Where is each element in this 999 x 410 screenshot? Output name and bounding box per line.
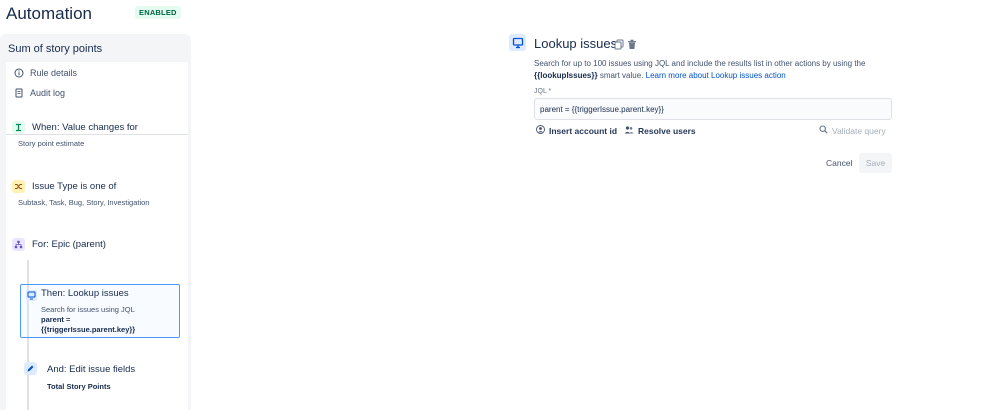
branch-node[interactable]: For: Epic (parent) [12, 238, 182, 254]
description-text: Search for up to 100 issues using JQL an… [534, 59, 866, 68]
validate-query-button[interactable]: Validate query [819, 125, 886, 136]
copy-icon[interactable] [614, 37, 624, 55]
status-badge: ENABLED [135, 6, 181, 19]
jql-input[interactable] [534, 98, 892, 120]
rule-name: Sum of story points [8, 43, 103, 55]
lookup-issues-node[interactable]: Then: Lookup issues Search for issues us… [20, 284, 180, 338]
user-icon [536, 125, 545, 136]
node-description: Search for issues using JQL [41, 305, 135, 314]
sidebar-item-label: Rule details [30, 68, 78, 78]
trigger-node[interactable]: When: Value changes for Story point esti… [12, 121, 182, 151]
node-description: Story point estimate [18, 139, 85, 148]
hierarchy-icon [12, 238, 25, 251]
sidebar-item-audit-log[interactable]: Audit log [14, 88, 65, 98]
node-field: Total Story Points [47, 382, 111, 391]
monitor-icon [509, 34, 526, 51]
pencil-icon [24, 362, 37, 375]
learn-more-link[interactable]: Learn more about Lookup issues action [646, 71, 786, 80]
save-button[interactable]: Save [859, 153, 892, 173]
cancel-button[interactable]: Cancel [820, 153, 858, 173]
search-icon [819, 125, 828, 136]
node-title: When: Value changes for [32, 122, 138, 133]
node-title: Then: Lookup issues [41, 288, 129, 299]
monitor-icon [26, 290, 37, 301]
trigger-icon [12, 121, 25, 134]
node-title: And: Edit issue fields [47, 364, 136, 375]
action-title: Lookup issues [534, 36, 618, 51]
action-label: Validate query [832, 125, 886, 136]
insert-account-id-button[interactable]: Insert account id [536, 125, 617, 136]
node-jql-line: parent = [41, 315, 71, 324]
node-title: Issue Type is one of [32, 181, 117, 192]
node-title: For: Epic (parent) [32, 239, 106, 250]
shuffle-icon [12, 180, 25, 193]
jql-label: JQL * [534, 88, 552, 95]
action-label: Resolve users [638, 125, 696, 136]
resolve-users-button[interactable]: Resolve users [624, 125, 696, 136]
document-icon [14, 88, 24, 98]
action-description: Search for up to 100 issues using JQL an… [534, 58, 894, 82]
sidebar-item-label: Audit log [30, 88, 66, 98]
smart-value: {{lookupIssues}} [534, 71, 598, 80]
info-icon [14, 68, 24, 78]
page-title: Automation [6, 4, 92, 23]
condition-node[interactable]: Issue Type is one of Subtask, Task, Bug,… [12, 180, 182, 210]
edit-issue-node[interactable]: And: Edit issue fields Total Story Point… [24, 362, 179, 394]
node-jql-line: {{triggerIssue.parent.key}} [41, 325, 136, 334]
description-text: smart value. [599, 71, 644, 80]
rule-sidebar: Sum of story points Rule details Audit l… [0, 34, 191, 410]
sidebar-item-rule-details[interactable]: Rule details [14, 68, 77, 78]
people-icon [624, 125, 634, 136]
action-label: Insert account id [549, 125, 618, 136]
node-description: Subtask, Task, Bug, Story, Investigation [18, 198, 150, 207]
trash-icon[interactable] [627, 37, 637, 55]
rule-panel: Rule details Audit log [6, 62, 188, 410]
